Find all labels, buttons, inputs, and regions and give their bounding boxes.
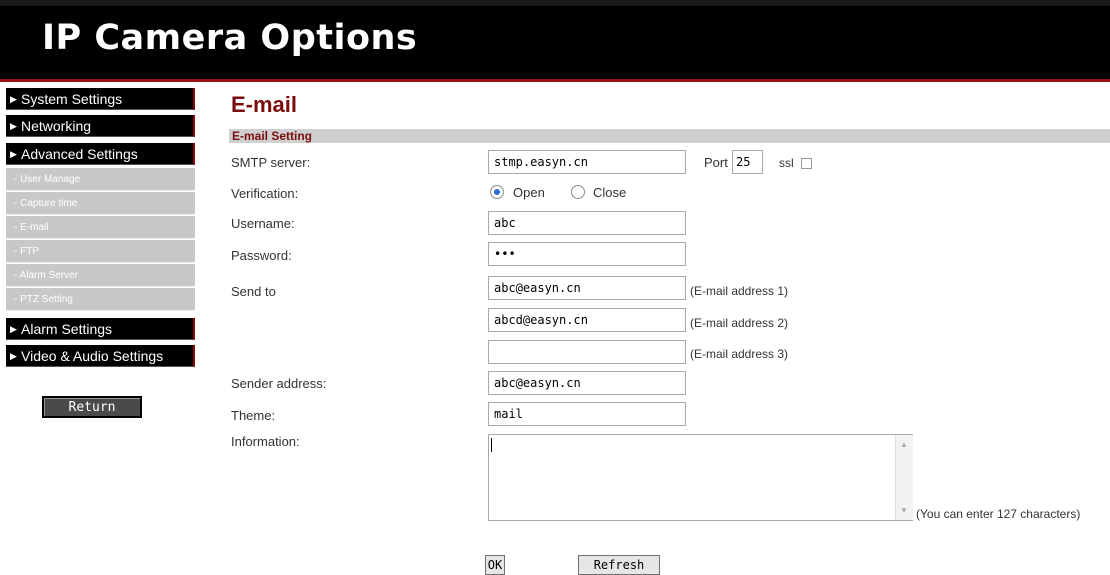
information-textarea[interactable] (488, 434, 913, 521)
sidebar-subitem-label: - PTZ Setting (14, 294, 73, 305)
information-label: Information: (231, 434, 300, 449)
header-bar: IP Camera Options (0, 0, 1110, 79)
smtp-server-input[interactable] (488, 150, 686, 174)
sidebar-subitem-alarm-server[interactable]: - Alarm Server (6, 264, 195, 287)
sidebar-subitem-label: - Capture time (14, 198, 78, 209)
port-label: Port (704, 155, 728, 170)
arrow-right-icon: ▶ (10, 149, 17, 159)
send-to-label: Send to (231, 284, 276, 299)
header-topline (0, 0, 1110, 6)
password-label: Password: (231, 248, 292, 263)
sidebar-item-alarm-settings[interactable]: ▶ Alarm Settings (6, 318, 195, 340)
theme-label: Theme: (231, 408, 276, 423)
sidebar-subitem-label: - E-mail (14, 222, 49, 233)
return-button[interactable]: Return (42, 396, 142, 418)
section-title: E-mail Setting (232, 129, 313, 143)
section-header-bar (229, 129, 1110, 143)
ssl-label: ssl (779, 156, 794, 170)
sidebar-subitem-ftp[interactable]: - FTP (6, 240, 195, 263)
sidebar-subitem-label: - FTP (14, 246, 39, 257)
verification-open-label: Open (513, 185, 545, 200)
email-address-1-input[interactable] (488, 276, 686, 300)
information-hint: (You can enter 127 characters) (916, 507, 1081, 521)
page-title: E-mail (231, 92, 298, 117)
sidebar-item-networking[interactable]: ▶ Networking (6, 115, 195, 137)
sidebar-item-label: Networking (21, 118, 92, 134)
verification-close-label: Close (593, 185, 627, 200)
sender-address-label: Sender address: (231, 376, 327, 391)
information-scrollbar[interactable]: ▲ ▼ (895, 435, 913, 520)
password-input[interactable] (488, 242, 686, 266)
email-address-3-input[interactable] (488, 340, 686, 364)
sidebar-subitem-email[interactable]: - E-mail (6, 216, 195, 239)
verification-close-radio[interactable] (571, 185, 585, 199)
sidebar-item-advanced-settings[interactable]: ▶ Advanced Settings (6, 143, 195, 165)
username-input[interactable] (488, 211, 686, 235)
sidebar-subitem-capture-time[interactable]: - Capture time (6, 192, 195, 215)
page-header-title: IP Camera Options (42, 18, 418, 58)
arrow-right-icon: ▶ (10, 121, 17, 131)
smtp-server-label: SMTP server: (231, 155, 311, 170)
ssl-checkbox[interactable] (801, 158, 812, 169)
email-address-2-hint: (E-mail address 2) (690, 316, 789, 330)
arrow-right-icon: ▶ (10, 351, 17, 361)
sidebar-item-label: Advanced Settings (21, 146, 138, 162)
email-address-2-input[interactable] (488, 308, 686, 332)
sidebar-subitem-label: - Alarm Server (14, 270, 78, 281)
text-cursor (491, 438, 492, 452)
sidebar-item-label: Video & Audio Settings (21, 348, 164, 364)
sidebar-subitem-ptz-setting[interactable]: - PTZ Setting (6, 288, 195, 311)
username-label: Username: (231, 216, 295, 231)
sidebar-item-label: Alarm Settings (21, 321, 113, 337)
port-input[interactable] (732, 150, 763, 174)
sender-address-input[interactable] (488, 371, 686, 395)
arrow-right-icon: ▶ (10, 324, 17, 334)
sidebar-subitem-user-manage[interactable]: - User Manage (6, 168, 195, 191)
header-divider (0, 79, 1110, 82)
ok-button[interactable]: OK (485, 555, 505, 575)
email-address-1-hint: (E-mail address 1) (690, 284, 789, 298)
refresh-button[interactable]: Refresh (578, 555, 660, 575)
email-address-3-hint: (E-mail address 3) (690, 347, 789, 361)
theme-input[interactable] (488, 402, 686, 426)
sidebar-item-system-settings[interactable]: ▶ System Settings (6, 88, 195, 110)
sidebar-subitem-label: - User Manage (14, 174, 81, 185)
sidebar-item-label: System Settings (21, 91, 123, 107)
verification-label: Verification: (231, 186, 299, 201)
arrow-right-icon: ▶ (10, 94, 17, 104)
verification-open-radio[interactable] (490, 185, 504, 199)
scroll-up-icon[interactable]: ▲ (900, 440, 908, 449)
sidebar-item-video-audio-settings[interactable]: ▶ Video & Audio Settings (6, 345, 195, 367)
scroll-down-icon[interactable]: ▼ (900, 506, 908, 515)
